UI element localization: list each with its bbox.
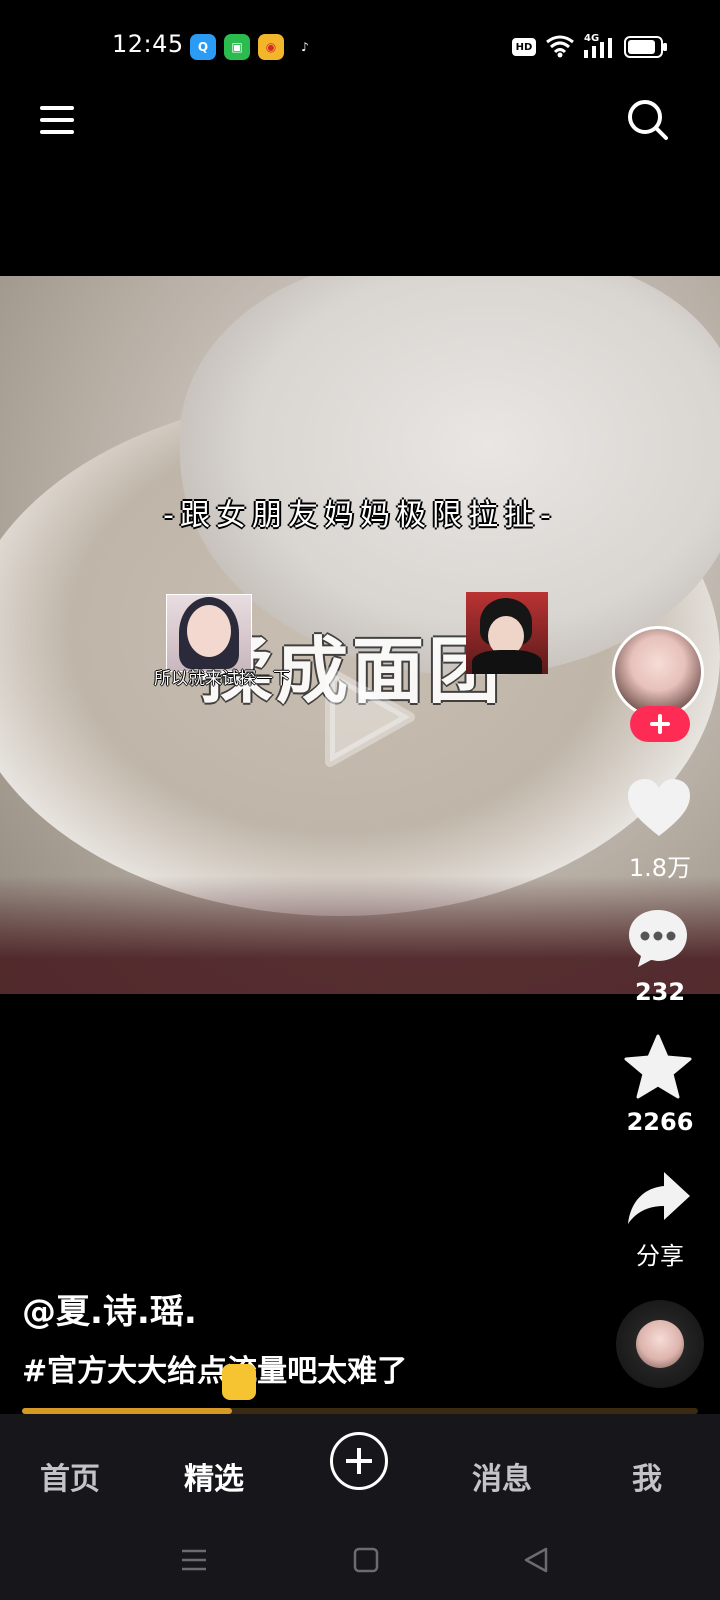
share-label: 分享 [636, 1242, 684, 1270]
menu-icon [40, 106, 74, 110]
search-icon[interactable] [626, 98, 670, 142]
sticker-caption: 所以就来试探一下 [154, 669, 290, 689]
video-player[interactable]: -跟女朋友妈妈极限拉扯- 揉成面团 所以就来试探一下 [0, 276, 720, 994]
plus-icon [346, 1448, 372, 1474]
nav-home[interactable]: 首页 [40, 1454, 100, 1498]
menu-icon-bar [40, 130, 74, 134]
home-icon[interactable] [352, 1546, 380, 1574]
menu-icon-bar [40, 118, 74, 122]
create-button[interactable] [330, 1432, 388, 1490]
bottom-nav: 首页 精选 消息 我 [0, 1414, 720, 1522]
qq-browser-icon: Q [190, 34, 216, 60]
girl-sticker [166, 594, 252, 672]
play-icon[interactable] [310, 662, 420, 772]
comment-icon[interactable] [626, 906, 690, 970]
sticker-face [187, 605, 231, 657]
nav-featured[interactable]: 精选 [184, 1454, 244, 1498]
music-disc[interactable] [616, 1300, 704, 1388]
share-icon[interactable] [626, 1170, 692, 1226]
boy-sticker [466, 592, 548, 674]
comment-count: 232 [634, 978, 686, 1006]
status-bar: 12:45 Q ▣ ◉ ♪ HD 4G [0, 0, 720, 96]
menu-button[interactable] [40, 104, 76, 136]
battery-icon [624, 36, 667, 58]
status-time: 12:45 [112, 30, 184, 58]
weibo-icon: ◉ [258, 34, 284, 60]
favorite-count: 2266 [626, 1108, 694, 1136]
nav-inbox[interactable]: 消息 [472, 1454, 532, 1498]
gift-icon[interactable] [222, 1364, 256, 1400]
recent-apps-icon[interactable] [180, 1546, 208, 1574]
video-subtitle-top: -跟女朋友妈妈极限拉扯- [163, 498, 557, 533]
follow-button[interactable] [630, 706, 690, 742]
signal-icon [584, 38, 612, 58]
sticker-shirt [472, 650, 542, 674]
table-edge [0, 876, 720, 994]
wifi-icon [546, 35, 574, 58]
video-caption[interactable]: #官方大大给点流量吧太难了 [22, 1346, 407, 1390]
heart-icon[interactable] [626, 778, 692, 838]
system-nav-bar [0, 1522, 720, 1600]
hd-badge: HD [512, 38, 536, 56]
tiktok-icon: ♪ [292, 34, 318, 60]
plus-icon [650, 714, 670, 734]
author-name[interactable]: @夏.诗.瑶. [22, 1284, 197, 1333]
green-app-icon: ▣ [224, 34, 250, 60]
author-avatar[interactable] [612, 626, 704, 718]
like-count: 1.8万 [628, 854, 692, 882]
nav-me[interactable]: 我 [632, 1454, 662, 1498]
back-icon[interactable] [522, 1546, 550, 1574]
music-cover [636, 1320, 684, 1368]
star-icon[interactable] [624, 1034, 692, 1100]
